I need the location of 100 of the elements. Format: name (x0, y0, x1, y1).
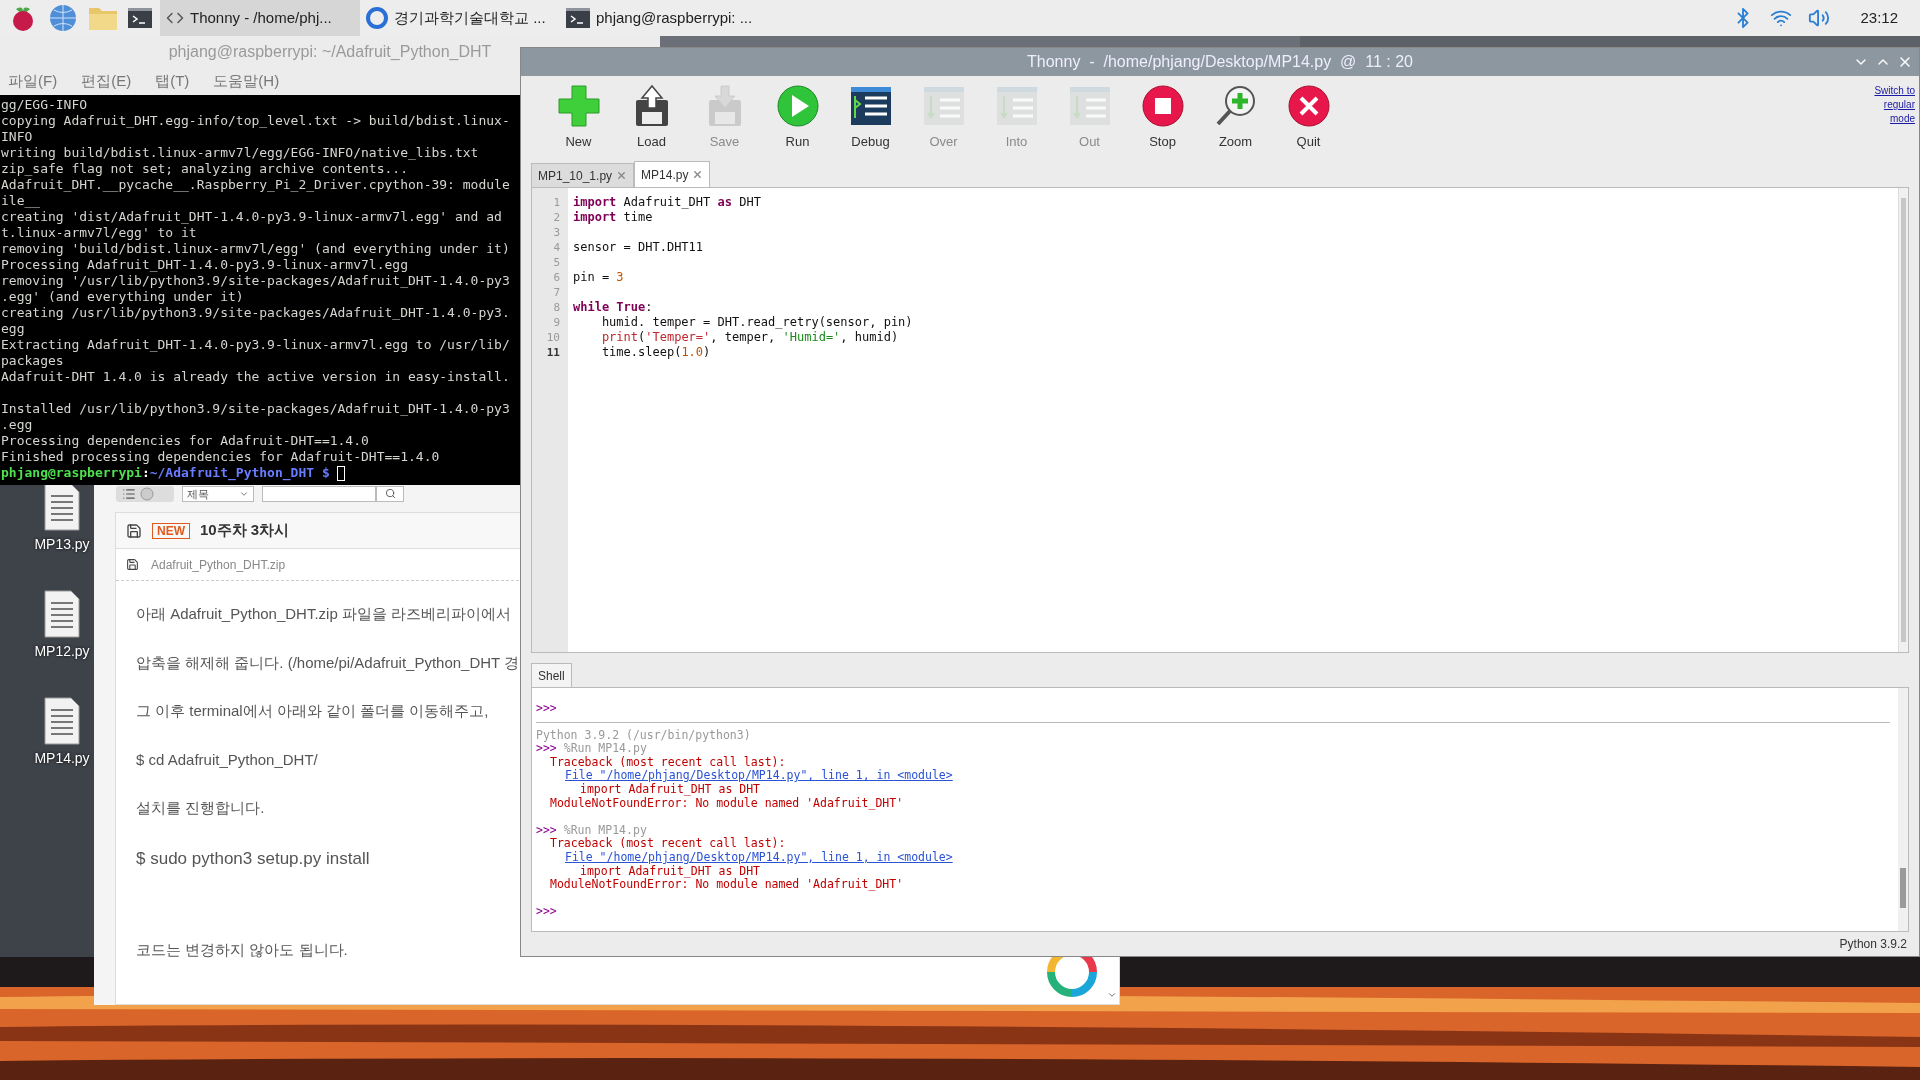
paragraph: $ cd Adafruit_Python_DHT/ (136, 749, 318, 770)
code-line: while True: (573, 300, 653, 315)
line-number: 9 (553, 315, 560, 330)
step-icon (994, 84, 1039, 128)
toolbar-button[interactable]: New (542, 84, 615, 152)
terminal-line: copying Adafruit_DHT.egg-info/top_level.txt -> build/bdist.linux- (1, 113, 510, 129)
file-tab[interactable]: MP1_10_1.py (531, 163, 635, 187)
toolbar-button[interactable]: Run (761, 84, 834, 152)
clock[interactable]: 23:12 (1860, 6, 1898, 30)
window-title: Thonny - /home/phjang/Desktop/MP14.py @ 11 : 20 (1027, 52, 1413, 72)
status-text: Python 3.9.2 (1839, 936, 1907, 953)
line-number: 7 (553, 285, 560, 300)
traceback-link[interactable]: File "/home/phjang/Desktop/MP14.py", line 1, in <module> (565, 768, 953, 783)
scroll-down-icon[interactable] (1107, 990, 1117, 1000)
volume-icon[interactable] (1808, 7, 1831, 29)
code-line: humid. temper = DHT.read_retry(sensor, pin) (600, 315, 913, 330)
list-icon (848, 84, 893, 128)
terminal-line: packages (1, 353, 64, 369)
file-label[interactable]: MP12.py (34, 641, 90, 662)
terminal-line: .egg (1, 417, 33, 433)
scrollbar[interactable] (1898, 688, 1908, 931)
paragraph: $ sudo python3 setup.py install (136, 847, 370, 870)
close-icon[interactable] (616, 170, 628, 181)
window-title: phjang@raspberrypi: ~/Adafruit_Python_DHT (168, 42, 492, 62)
line-number: 4 (553, 240, 560, 255)
toolbar-button[interactable]: Quit (1272, 84, 1345, 152)
terminal-line: egg (1, 321, 25, 337)
terminal-line: Installed /usr/lib/python3.9/site-packages/Adafruit_DHT-1.4.0-py3 (1, 401, 510, 417)
menu-item[interactable]: 편집(E) (81, 70, 132, 93)
shell-tab[interactable]: Shell (531, 663, 572, 687)
task-button[interactable]: 경기과학기술대학교 ... (360, 0, 560, 36)
code-line: pin = 3 (573, 270, 624, 285)
task-button[interactable]: Thonny - /home/phj... (160, 0, 360, 36)
document-icon (43, 589, 81, 639)
list-icon (122, 486, 136, 501)
file-label[interactable]: MP14.py (34, 748, 90, 769)
code-line: print('Temper=', temper, 'Humid=', humid) (600, 330, 899, 345)
file-tab[interactable]: MP14.py (634, 161, 711, 187)
terminal-line: writing build/bdist.linux-armv7l/egg/EGG-INFO/native_libs.txt (1, 145, 479, 161)
line-number: 2 (553, 210, 560, 225)
close-icon[interactable] (692, 169, 704, 180)
menu-item[interactable]: 파일(F) (8, 70, 58, 93)
task-button[interactable]: phjang@raspberrypi: ... (560, 0, 760, 36)
terminal-line: Adafruit_DHT.__pycache__.Raspberry_Pi_2_Driver.cpython-39: module (1, 177, 510, 193)
floppy-icon (126, 558, 139, 571)
scrollbar[interactable] (1898, 188, 1908, 652)
plus-icon (556, 84, 601, 128)
ring-icon (366, 7, 388, 29)
terminal-line: creating 'dist/Adafruit_DHT-1.4.0-py3.9-linux-armv7l.egg' and ad (1, 209, 502, 225)
line-number: 10 (546, 330, 560, 345)
error-line: Traceback (most recent call last): (549, 837, 786, 851)
circle-icon (140, 486, 154, 501)
terminal-line: Processing dependencies for Adafruit-DHT==1.4.0 (1, 433, 369, 449)
stop-icon (1140, 84, 1185, 128)
shell-panel[interactable] (531, 687, 1909, 932)
floppy-icon (126, 522, 142, 539)
code-line: import time (573, 210, 653, 225)
globe-icon[interactable] (48, 3, 78, 33)
shell-command: >>> %Run MP14.py (536, 742, 647, 756)
line-number: 3 (553, 225, 560, 240)
terminal-line: .egg' (and everything under it) (1, 289, 244, 305)
toolbar-button[interactable]: Load (615, 84, 688, 152)
source-line: import Adafruit_DHT as DHT (580, 863, 760, 878)
terminal-line: t.linux-armv7l/egg' to it (1, 225, 197, 241)
terminal-line: gg/EGG-INFO (1, 97, 88, 113)
play-icon (775, 84, 820, 128)
terminal-line: ile__ (1, 193, 41, 209)
source-line: import Adafruit_DHT as DHT (580, 781, 760, 796)
menu-item[interactable]: 도움말(H) (213, 70, 280, 93)
line-number: 8 (553, 300, 560, 315)
shell-line: Python 3.9.2 (/usr/bin/python3) (536, 728, 751, 743)
search-scope-select[interactable]: 제목 (182, 485, 254, 502)
document-icon (43, 482, 81, 532)
terminal-line: removing '/usr/lib/python3.9/site-packages/Adafruit_DHT-1.4.0-py3 (1, 273, 510, 289)
line-number: 1 (553, 195, 560, 210)
shell-prompt: >>> (536, 905, 557, 919)
search-icon (384, 488, 396, 499)
terminal-line: INFO (1, 129, 33, 145)
line-number: 5 (553, 255, 560, 270)
paragraph: 코드는 변경하지 않아도 됩니다. (136, 940, 348, 960)
close-icon (1286, 84, 1331, 128)
search-field[interactable] (262, 485, 376, 502)
toolbar-button[interactable]: Zoom (1199, 84, 1272, 152)
code-line: time.sleep(1.0) (600, 345, 711, 360)
attachment-link[interactable]: Adafruit_Python_DHT.zip (151, 555, 286, 574)
traceback-link[interactable]: File "/home/phjang/Desktop/MP14.py", line 1, in <module> (565, 849, 953, 864)
code-line: sensor = DHT.DHT11 (573, 240, 704, 255)
file-label[interactable]: MP13.py (34, 534, 90, 555)
search-button[interactable] (376, 485, 404, 502)
paragraph: 압축을 해제해 줍니다. (/home/pi/Adafruit_Python_DHT 경 (136, 652, 520, 673)
menu-item[interactable]: 탭(T) (155, 70, 190, 93)
toolbar-button[interactable]: Stop (1126, 84, 1199, 152)
new-badge: NEW (152, 522, 190, 539)
mode-link[interactable]: Switch to regular mode (1865, 84, 1915, 126)
code-line: import Adafruit_DHT as DHT (573, 195, 761, 210)
shell-command: >>> %Run MP14.py (536, 823, 647, 838)
view-toggle[interactable] (116, 485, 174, 502)
toolbar-button[interactable]: Debug (834, 84, 907, 152)
terminal-line: removing 'build/bdist.linux-armv7l/egg' (and everything under it) (1, 241, 510, 257)
error-line: Traceback (most recent call last): (549, 755, 786, 769)
